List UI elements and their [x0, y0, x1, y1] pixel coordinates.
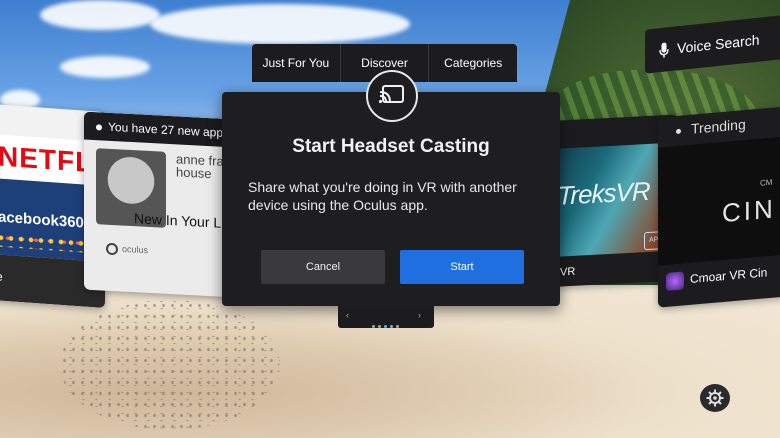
page-dot[interactable]: [390, 325, 393, 328]
settings-button[interactable]: [700, 384, 730, 412]
trending-panel[interactable]: Trending CIN CM Cmoar VR Cin: [658, 106, 780, 308]
new-apps-text: You have 27 new apps: [108, 119, 229, 141]
casting-dialog: Start Headset Casting Share what you're …: [222, 92, 560, 306]
cmoar-logo-icon: [666, 271, 684, 291]
cancel-button[interactable]: Cancel: [261, 250, 385, 284]
cinema-thumbnail: CIN: [658, 136, 780, 266]
tab-categories[interactable]: Categories: [429, 44, 517, 82]
dialog-body: Share what you're doing in VR with anoth…: [248, 179, 517, 213]
cinema-small-text: CM: [760, 177, 773, 188]
trending-text: Trending: [691, 116, 746, 137]
cloud: [40, 0, 160, 30]
new-in-library-label: New In Your Li: [134, 210, 225, 231]
cast-icon-badge: [366, 70, 418, 122]
gear-icon: [706, 389, 724, 407]
start-button[interactable]: Start: [400, 250, 524, 284]
cmoar-text: Cmoar VR Cin: [690, 265, 768, 287]
cloud: [60, 56, 150, 78]
voice-search-label: Voice Search: [677, 31, 760, 57]
bullet-icon: [96, 124, 102, 131]
beach-pebbles: [60, 300, 280, 430]
page-dots: [372, 315, 402, 333]
cast-icon: [378, 85, 404, 104]
tab-just-for-you[interactable]: Just For You: [252, 44, 341, 82]
page-indicator: ‹ ›: [338, 306, 434, 328]
pager-next-icon[interactable]: ›: [418, 310, 421, 320]
page-dot[interactable]: [372, 325, 375, 328]
pager-prev-icon[interactable]: ‹: [346, 310, 349, 320]
page-dot[interactable]: [378, 325, 381, 328]
dialog-title: Start Headset Casting: [292, 136, 490, 157]
oculus-text: oculus: [122, 243, 149, 256]
cmoar-label: Cmoar VR Cin: [666, 264, 767, 291]
microphone-icon: [659, 42, 669, 58]
page-dot[interactable]: [396, 325, 399, 328]
page-dot-active[interactable]: [384, 325, 387, 328]
bullet-icon: [676, 128, 681, 134]
cloud: [150, 4, 410, 44]
oculus-icon: [106, 242, 118, 256]
oculus-label: oculus: [106, 242, 149, 257]
